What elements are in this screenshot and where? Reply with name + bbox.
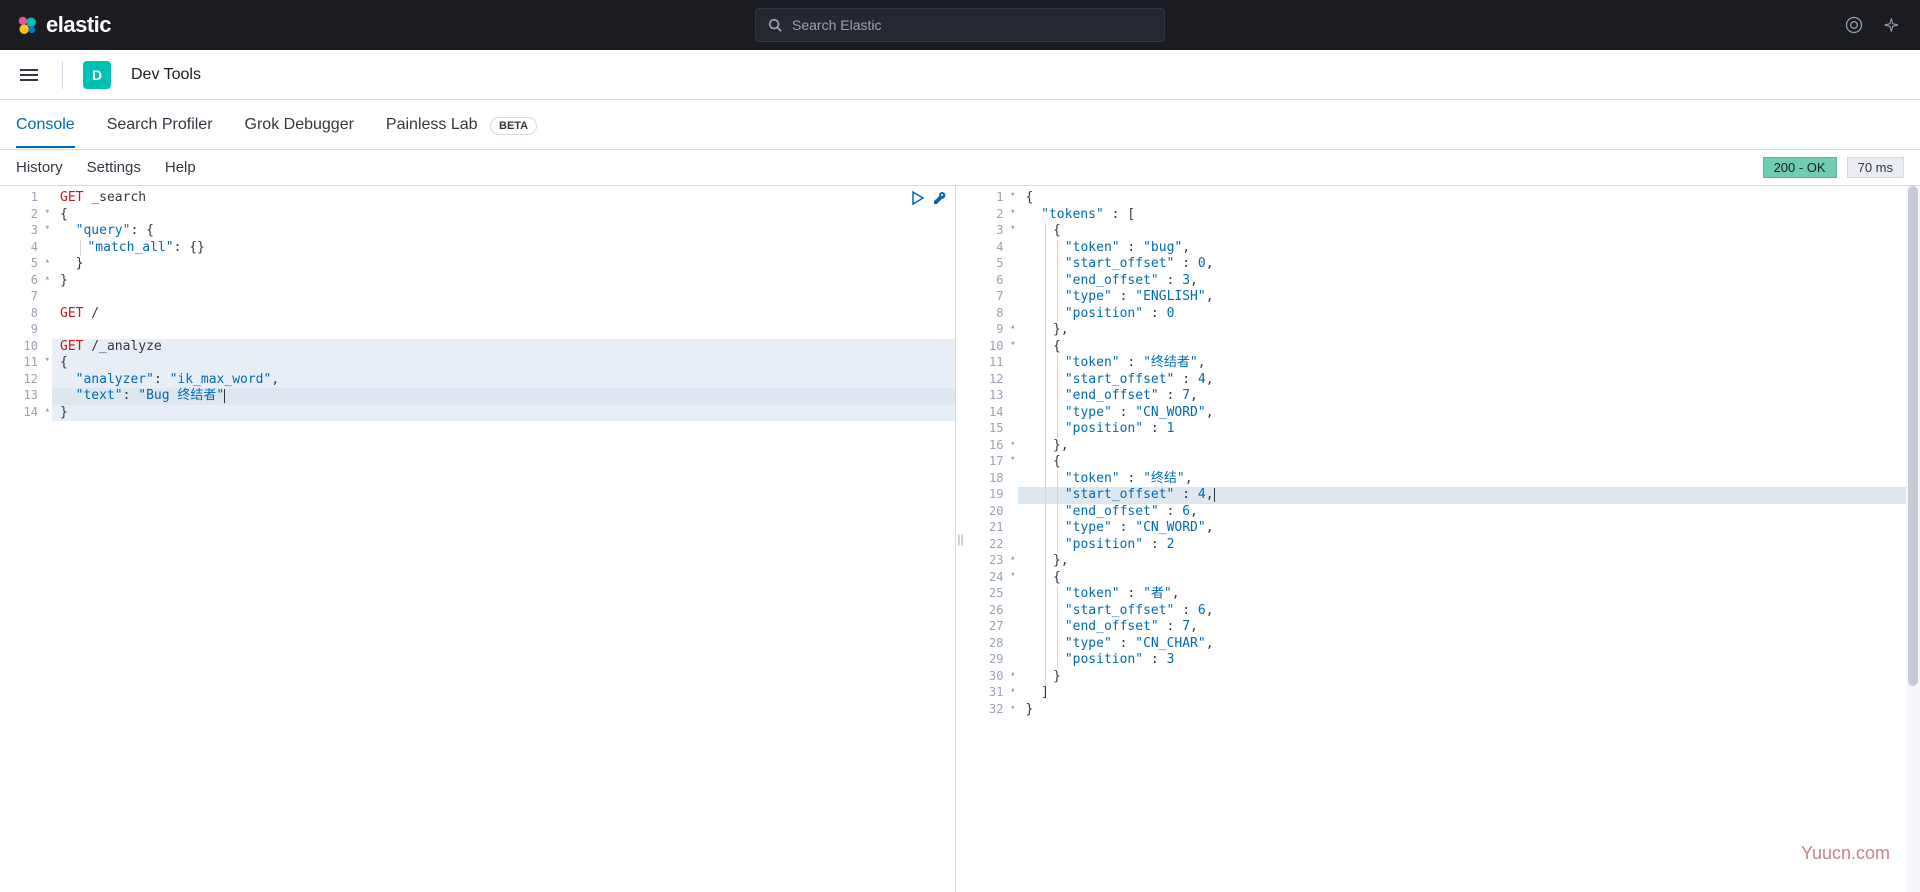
response-gutter: 1▾2▾3▾456789▴10▾111213141516▴17▾18192021… [966, 186, 1018, 718]
help-icon[interactable] [1844, 15, 1864, 35]
status-badge: 200 - OK [1763, 157, 1837, 178]
tabs-bar: Console Search Profiler Grok Debugger Pa… [0, 100, 1920, 150]
editor-area: 12▾3▾45▴6▴7891011▾121314▴ GET _search { … [0, 186, 1920, 892]
menu-toggle[interactable] [16, 62, 42, 88]
top-header: elastic Search Elastic [0, 0, 1920, 50]
tab-painless-lab[interactable]: Painless Lab BETA [386, 104, 537, 146]
global-search[interactable]: Search Elastic [755, 8, 1165, 42]
request-editor[interactable]: 12▾3▾45▴6▴7891011▾121314▴ GET _search { … [0, 186, 956, 892]
brand-logo[interactable]: elastic [16, 12, 111, 38]
request-gutter: 12▾3▾45▴6▴7891011▾121314▴ [0, 186, 52, 421]
tab-console[interactable]: Console [16, 104, 75, 146]
history-button[interactable]: History [16, 159, 63, 176]
page-title: Dev Tools [131, 66, 201, 84]
wrench-button[interactable] [931, 190, 947, 212]
request-code[interactable]: GET _search { "query": { "match_all": {}… [52, 186, 955, 421]
elastic-logo-icon [16, 14, 38, 36]
settings-button[interactable]: Settings [87, 159, 141, 176]
search-placeholder: Search Elastic [792, 17, 881, 33]
response-code: { "tokens" : [ { "token" : "bug", "start… [1018, 186, 1920, 718]
watermark: Yuucn.com [1801, 843, 1890, 864]
help-button[interactable]: Help [165, 159, 196, 176]
pane-splitter[interactable]: || [956, 186, 966, 892]
news-icon[interactable] [1884, 15, 1904, 35]
response-editor[interactable]: 1▾2▾3▾456789▴10▾111213141516▴17▾18192021… [966, 186, 1920, 892]
search-icon [768, 18, 782, 32]
divider [62, 61, 63, 89]
run-request-button[interactable] [909, 190, 925, 212]
response-scrollbar[interactable] [1906, 186, 1920, 892]
beta-badge: BETA [490, 117, 537, 135]
app-badge[interactable]: D [83, 61, 111, 89]
toolbar: History Settings Help 200 - OK 70 ms [0, 150, 1920, 186]
tab-search-profiler[interactable]: Search Profiler [107, 104, 213, 146]
brand-text: elastic [46, 12, 111, 38]
time-badge: 70 ms [1847, 157, 1904, 178]
tab-grok-debugger[interactable]: Grok Debugger [245, 104, 354, 146]
nav-bar: D Dev Tools [0, 50, 1920, 100]
